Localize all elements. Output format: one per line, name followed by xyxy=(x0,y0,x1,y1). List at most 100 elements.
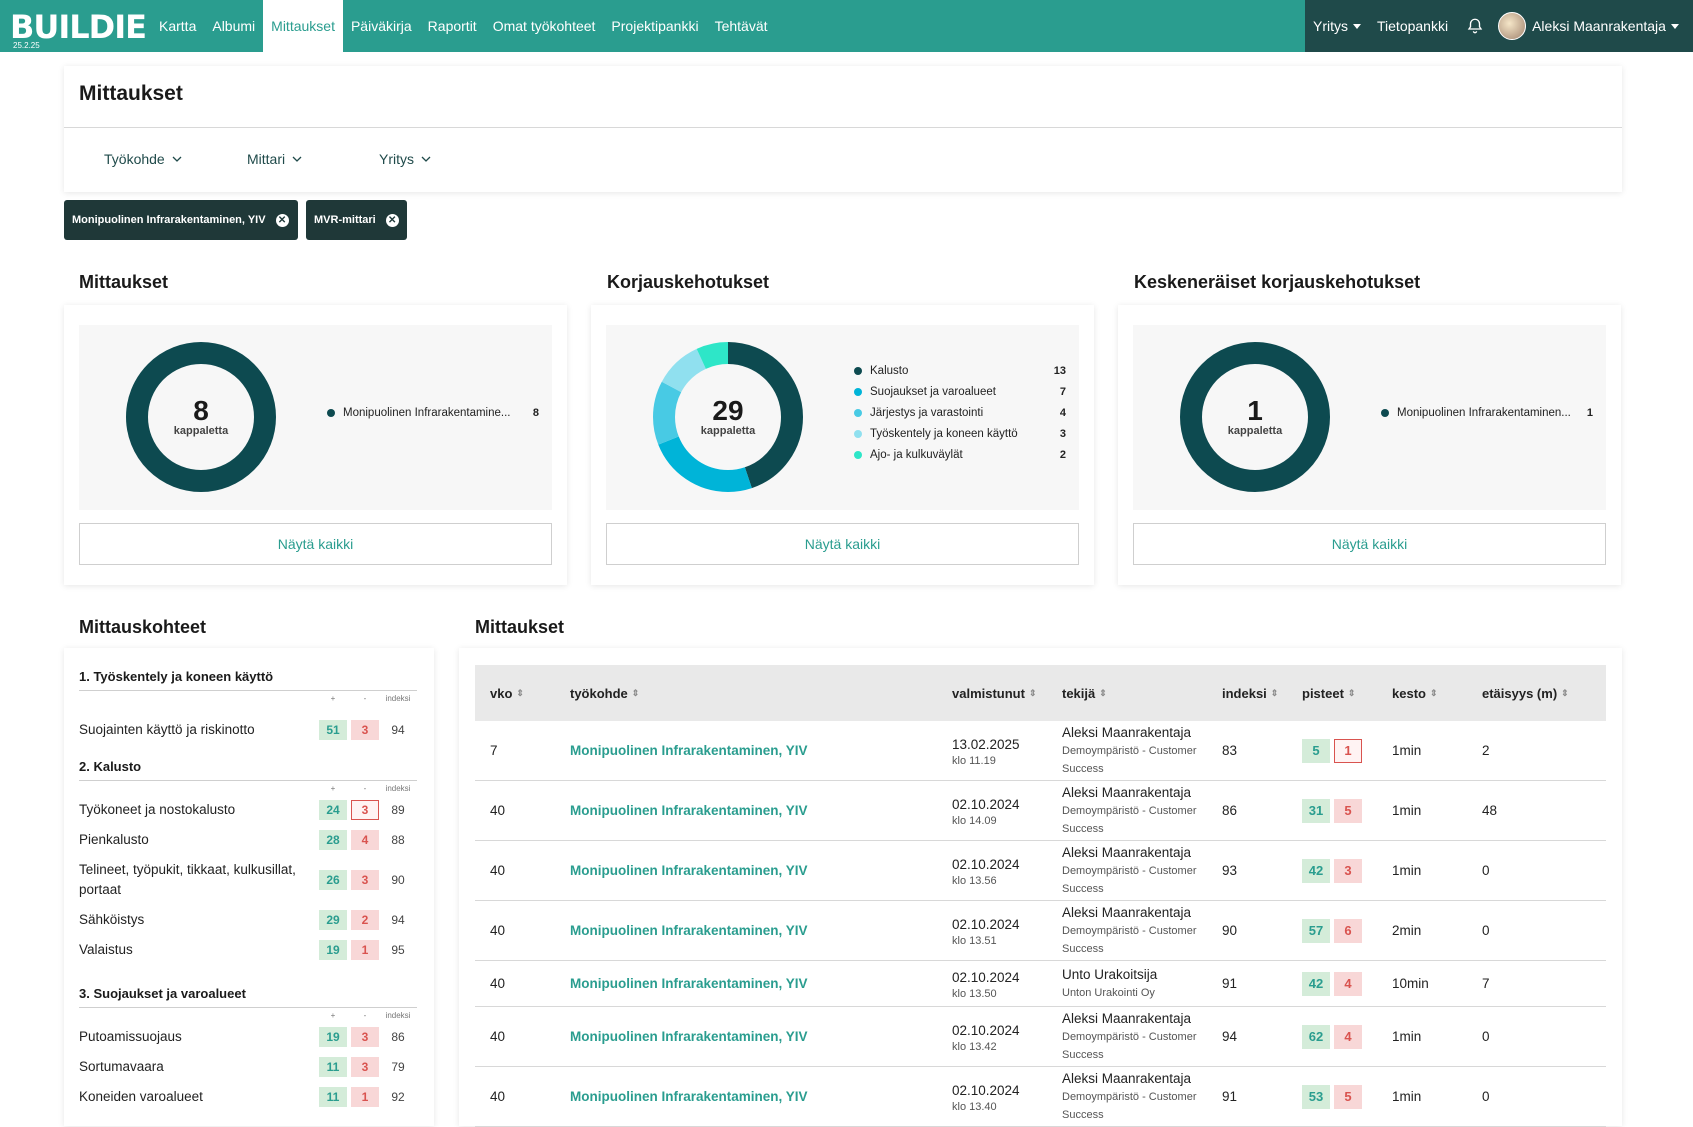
section-title-korjauskehotukset: Korjauskehotukset xyxy=(607,272,770,292)
filter-chip-tyokohde[interactable]: Monipuolinen Infrarakentaminen, YIV ✕ xyxy=(64,200,298,240)
tyokohde-link[interactable]: Monipuolinen Infrarakentaminen, YIV xyxy=(570,803,808,818)
kohde-row[interactable]: Suojainten käyttö ja riskinotto 51 3 94 xyxy=(79,705,417,755)
index-value: 88 xyxy=(391,833,405,847)
column-header[interactable]: etäisyys (m) ⇕ xyxy=(1482,686,1606,701)
close-icon[interactable]: ✕ xyxy=(385,213,399,227)
kohde-name: Telineet, työpukit, tikkaat, kulkusillat… xyxy=(79,862,296,897)
filter-chip-mittari[interactable]: MVR-mittari ✕ xyxy=(306,200,407,240)
tyokohde-link[interactable]: Monipuolinen Infrarakentaminen, YIV xyxy=(570,743,808,758)
bell-icon[interactable] xyxy=(1466,17,1484,35)
table-row[interactable]: 40 Monipuolinen Infrarakentaminen, YIV 02.… xyxy=(475,1007,1606,1067)
table-row[interactable]: 40 Monipuolinen Infrarakentaminen, YIV 02.… xyxy=(475,901,1606,961)
kohde-row[interactable]: Sortumavaara 11 3 79 xyxy=(79,1052,417,1082)
plus-header: + xyxy=(330,1010,336,1020)
user-menu[interactable]: Aleksi Maanrakentaja xyxy=(1532,0,1679,52)
cell-tyokohde: Monipuolinen Infrarakentaminen, YIV xyxy=(570,743,952,758)
kohde-row[interactable]: Sähköistys 29 2 94 xyxy=(79,905,417,935)
sort-icon: ⇕ xyxy=(1347,687,1356,698)
show-all-button[interactable]: Näytä kaikki xyxy=(606,523,1079,565)
table-row[interactable]: 40 Monipuolinen Infrarakentaminen, YIV 02.… xyxy=(475,961,1606,1007)
legend-label: Suojaukset ja varoalueet xyxy=(870,385,996,398)
close-icon[interactable]: ✕ xyxy=(275,213,289,227)
minus-count-badge: 4 xyxy=(351,830,379,850)
column-header[interactable]: pisteet ⇕ xyxy=(1302,686,1392,701)
cell-indeksi: 90 xyxy=(1222,923,1238,938)
column-header[interactable]: valmistunut ⇕ xyxy=(952,686,1062,701)
nav-item-tehtävät[interactable]: Tehtävät xyxy=(707,0,776,52)
cell-vko: 40 xyxy=(490,803,506,818)
legend-label: Monipuolinen Infrarakentamine... xyxy=(343,406,511,419)
main-nav: Kartta Albumi Mittaukset Päiväkirja Raportit… xyxy=(151,0,776,52)
kohde-group: 2. Kalusto + - indeksi Työkoneet ja nostokal… xyxy=(79,759,417,965)
column-header[interactable]: työkohde ⇕ xyxy=(570,686,952,701)
legend: Monipuolinen Infrarakentamine... 8 xyxy=(327,402,539,423)
tyokohde-link[interactable]: Monipuolinen Infrarakentaminen, YIV xyxy=(570,1089,808,1104)
nav-item-raportit[interactable]: Raportit xyxy=(420,0,485,52)
kohde-column-header: + - indeksi xyxy=(79,1008,417,1022)
time: klo 13.42 xyxy=(952,1040,997,1053)
column-header[interactable]: vko ⇕ xyxy=(475,686,570,701)
filter-tyokohde[interactable]: Työkohde xyxy=(104,151,182,167)
nav-item-mittaukset[interactable]: Mittaukset xyxy=(263,0,343,52)
kohde-name: Valaistus xyxy=(79,942,133,957)
tekija-org: Demoympäristö - Customer Success xyxy=(1062,925,1197,955)
cell-pisteet: 42 4 xyxy=(1302,971,1392,996)
kohde-name: Suojainten käyttö ja riskinotto xyxy=(79,722,255,737)
column-header[interactable]: tekijä ⇕ xyxy=(1062,686,1222,701)
company-dropdown[interactable]: Yritys xyxy=(1305,0,1369,52)
kohde-group: 3. Suojaukset ja varoalueet + - indeksi Puto… xyxy=(79,986,417,1112)
filter-mittari[interactable]: Mittari xyxy=(247,151,302,167)
tietopankki-link[interactable]: Tietopankki xyxy=(1369,0,1456,52)
cell-tyokohde: Monipuolinen Infrarakentaminen, YIV xyxy=(570,1029,952,1044)
plus-count-badge: 28 xyxy=(319,830,347,850)
filter-yritys[interactable]: Yritys xyxy=(379,151,431,167)
tyokohde-link[interactable]: Monipuolinen Infrarakentaminen, YIV xyxy=(570,863,808,878)
cell-vko: 40 xyxy=(490,923,506,938)
donut-count: 8 xyxy=(193,395,209,426)
donut-count: 29 xyxy=(712,395,744,426)
kohde-row[interactable]: Valaistus 19 1 95 xyxy=(79,935,417,965)
cell-kesto: 1min xyxy=(1392,743,1422,758)
kohde-name: Pienkalusto xyxy=(79,832,149,847)
time: klo 13.56 xyxy=(952,874,997,887)
show-all-button[interactable]: Näytä kaikki xyxy=(79,523,552,565)
table-row[interactable]: 7 Monipuolinen Infrarakentaminen, YIV 13.0… xyxy=(475,721,1606,781)
minus-points-badge: 5 xyxy=(1334,1084,1362,1109)
table-row[interactable]: 40 Monipuolinen Infrarakentaminen, YIV 02.… xyxy=(475,781,1606,841)
minus-count-badge: 3 xyxy=(351,800,379,820)
column-header[interactable]: kesto ⇕ xyxy=(1392,686,1482,701)
column-header[interactable]: indeksi ⇕ xyxy=(1222,686,1302,701)
tyokohde-link[interactable]: Monipuolinen Infrarakentaminen, YIV xyxy=(570,923,808,938)
index-header: indeksi xyxy=(385,783,411,793)
cell-etaisyys: 0 xyxy=(1482,923,1490,938)
show-all-button[interactable]: Näytä kaikki xyxy=(1133,523,1606,565)
nav-item-projektipankki[interactable]: Projektipankki xyxy=(603,0,706,52)
kohde-row[interactable]: Pienkalusto 28 4 88 xyxy=(79,825,417,855)
cell-pisteet: 57 6 xyxy=(1302,918,1392,943)
kohde-row[interactable]: Koneiden varoalueet 11 1 92 xyxy=(79,1082,417,1112)
plus-count-badge: 11 xyxy=(319,1087,347,1107)
minus-points-badge: 3 xyxy=(1334,858,1362,883)
legend: Kalusto 13 Suojaukset ja varoalueet 7 Järjes… xyxy=(854,360,1066,465)
avatar[interactable] xyxy=(1498,12,1527,40)
cell-valmistunut: 02.10.2024 klo 13.50 xyxy=(952,968,1062,1000)
tyokohde-link[interactable]: Monipuolinen Infrarakentaminen, YIV xyxy=(570,1029,808,1044)
table-row[interactable]: 40 Monipuolinen Infrarakentaminen, YIV 02.… xyxy=(475,841,1606,901)
cell-etaisyys: 2 xyxy=(1482,743,1490,758)
kohde-row[interactable]: Putoamissuojaus 19 3 86 xyxy=(79,1022,417,1052)
date: 13.02.2025 xyxy=(952,736,1020,752)
donut-count: 1 xyxy=(1247,395,1263,426)
nav-item-omat-työkohteet[interactable]: Omat työkohteet xyxy=(485,0,604,52)
tekija-org: Demoympäristö - Customer Success xyxy=(1062,745,1197,775)
nav-item-albumi[interactable]: Albumi xyxy=(204,0,263,52)
nav-item-päiväkirja[interactable]: Päiväkirja xyxy=(343,0,420,52)
minus-header: - xyxy=(363,783,367,793)
kohde-row[interactable]: Telineet, työpukit, tikkaat, kulkusillat… xyxy=(79,855,417,905)
minus-count-badge: 3 xyxy=(351,720,379,740)
kohde-group: 1. Työskentely ja koneen käyttö + - indeksi… xyxy=(79,669,417,755)
kohde-row[interactable]: Työkoneet ja nostokalusto 24 3 89 xyxy=(79,795,417,825)
sort-icon: ⇕ xyxy=(1099,687,1107,698)
nav-item-kartta[interactable]: Kartta xyxy=(151,0,204,52)
table-row[interactable]: 40 Monipuolinen Infrarakentaminen, YIV 02.… xyxy=(475,1067,1606,1127)
tyokohde-link[interactable]: Monipuolinen Infrarakentaminen, YIV xyxy=(570,976,808,991)
